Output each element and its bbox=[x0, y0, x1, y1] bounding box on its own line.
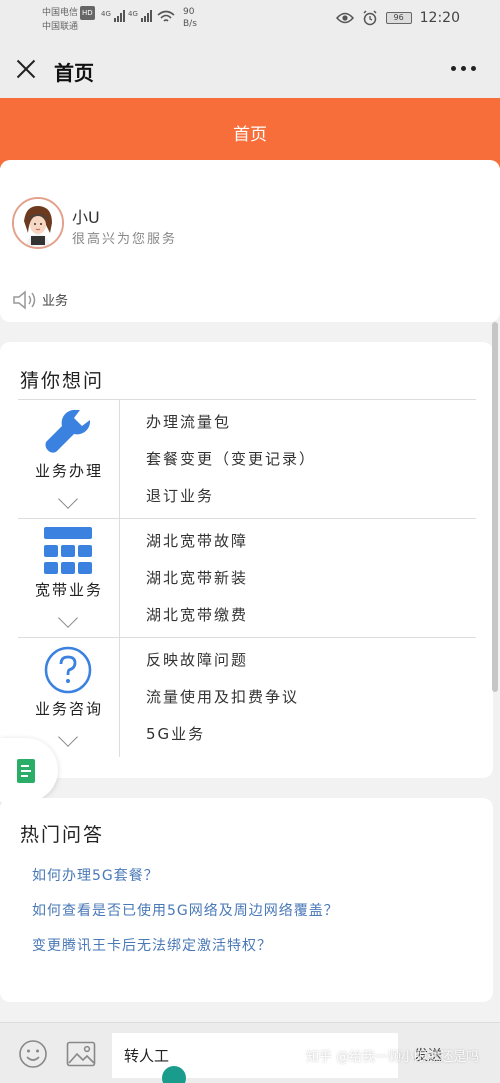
category-broadband[interactable]: 宽带业务 bbox=[18, 519, 120, 638]
hot-question-link[interactable]: 如何办理5G套餐？ bbox=[32, 866, 339, 901]
chevron-down-icon[interactable] bbox=[58, 608, 78, 628]
hot-list: 如何办理5G套餐？ 如何查看是否已使用5G网络及周边网络覆盖？ 变更腾讯王卡后无… bbox=[32, 866, 339, 971]
carrier-info: 中国电信 HD 中国联通 bbox=[42, 6, 95, 34]
question-item[interactable]: 套餐变更（变更记录） bbox=[146, 447, 316, 484]
battery-indicator: 96 bbox=[385, 12, 412, 24]
network-type-1: 4G bbox=[101, 10, 111, 18]
status-right: 96 12:20 bbox=[335, 10, 460, 26]
intro-card: 小U 很高兴为您服务 业务 bbox=[0, 160, 500, 322]
hot-question-link[interactable]: 如何查看是否已使用5G网络及周边网络覆盖？ bbox=[32, 901, 339, 936]
bot-avatar-icon bbox=[14, 199, 62, 247]
status-bar: 中国电信 HD 中国联通 4G 4G 90 B/s 96 12:20 bbox=[0, 0, 500, 40]
bot-subtitle: 很高兴为您服务 bbox=[72, 232, 178, 247]
question-list: 湖北宽带故障 湖北宽带新装 湖北宽带缴费 bbox=[146, 529, 248, 640]
question-item[interactable]: 湖北宽带故障 bbox=[146, 529, 248, 566]
speaker-icon bbox=[13, 290, 36, 310]
category-label: 业务办理 bbox=[34, 462, 103, 480]
guess-card: 猜你想问 业务办理 办理流量包 套餐变更（变更记录） 退订业务 宽带业务 湖北宽… bbox=[0, 342, 493, 778]
speed-unit: B/s bbox=[183, 19, 197, 29]
category-row: 业务办理 办理流量包 套餐变更（变更记录） 退订业务 bbox=[18, 400, 476, 519]
header-title: 首页 bbox=[233, 125, 267, 145]
speed-value: 90 bbox=[183, 7, 195, 17]
eye-icon bbox=[335, 12, 354, 24]
image-icon[interactable] bbox=[66, 1041, 96, 1067]
hot-question-link[interactable]: 变更腾讯王卡后无法绑定激活特权？ bbox=[32, 936, 339, 971]
close-icon[interactable] bbox=[14, 57, 38, 81]
chevron-down-icon[interactable] bbox=[58, 489, 78, 509]
emoji-icon[interactable] bbox=[18, 1039, 48, 1069]
carrier-1: 中国电信 bbox=[42, 8, 79, 18]
scrollbar[interactable] bbox=[492, 322, 498, 692]
question-item[interactable]: 湖北宽带缴费 bbox=[146, 603, 248, 640]
question-item[interactable]: 湖北宽带新装 bbox=[146, 566, 248, 603]
document-icon bbox=[17, 759, 35, 783]
question-item[interactable]: 办理流量包 bbox=[146, 410, 316, 447]
grid-icon bbox=[44, 527, 92, 574]
question-list: 反映故障问题 流量使用及扣费争议 5G业务 bbox=[146, 648, 299, 759]
floating-doc-button[interactable] bbox=[0, 738, 58, 802]
guess-title: 猜你想问 bbox=[20, 370, 105, 392]
wifi-icon bbox=[157, 10, 175, 22]
page-title: 首页 bbox=[54, 61, 94, 85]
question-item[interactable]: 退订业务 bbox=[146, 484, 316, 521]
bot-name: 小U bbox=[72, 208, 100, 227]
hot-title: 热门问答 bbox=[20, 824, 105, 846]
question-item[interactable]: 5G业务 bbox=[146, 722, 299, 759]
category-row: 业务咨询 反映故障问题 流量使用及扣费争议 5G业务 bbox=[18, 638, 476, 757]
hot-qa-card: 热门问答 如何办理5G套餐？ 如何查看是否已使用5G网络及周边网络覆盖？ 变更腾… bbox=[0, 798, 493, 1002]
carrier-2: 中国联通 bbox=[42, 22, 79, 32]
question-item[interactable]: 流量使用及扣费争议 bbox=[146, 685, 299, 722]
notice-text[interactable]: 业务 bbox=[42, 290, 68, 309]
alarm-icon bbox=[363, 10, 377, 26]
clock: 12:20 bbox=[419, 10, 460, 26]
network-type-2: 4G bbox=[128, 10, 138, 18]
title-bar: 首页 bbox=[0, 40, 500, 98]
question-icon bbox=[44, 646, 92, 694]
avatar bbox=[12, 197, 64, 249]
watermark: 知乎 @给我一颗小眼就还是吗 bbox=[306, 1050, 480, 1065]
hd-badge: HD bbox=[80, 6, 95, 20]
more-options-icon[interactable] bbox=[451, 66, 476, 71]
category-row: 宽带业务 湖北宽带故障 湖北宽带新装 湖北宽带缴费 bbox=[18, 519, 476, 638]
wrench-icon bbox=[45, 409, 91, 453]
question-list: 办理流量包 套餐变更（变更记录） 退订业务 bbox=[146, 410, 316, 521]
signal-1-icon: 4G bbox=[101, 10, 125, 22]
network-speed: 90 B/s bbox=[183, 6, 197, 30]
signal-2-icon: 4G bbox=[128, 10, 152, 22]
category-business[interactable]: 业务办理 bbox=[18, 400, 120, 519]
question-item[interactable]: 反映故障问题 bbox=[146, 648, 299, 685]
chevron-down-icon[interactable] bbox=[58, 727, 78, 747]
category-grid: 业务办理 办理流量包 套餐变更（变更记录） 退订业务 宽带业务 湖北宽带故障 湖… bbox=[18, 399, 476, 757]
header-banner: 首页 bbox=[0, 98, 500, 168]
category-label: 宽带业务 bbox=[34, 581, 103, 599]
category-label: 业务咨询 bbox=[34, 700, 103, 718]
